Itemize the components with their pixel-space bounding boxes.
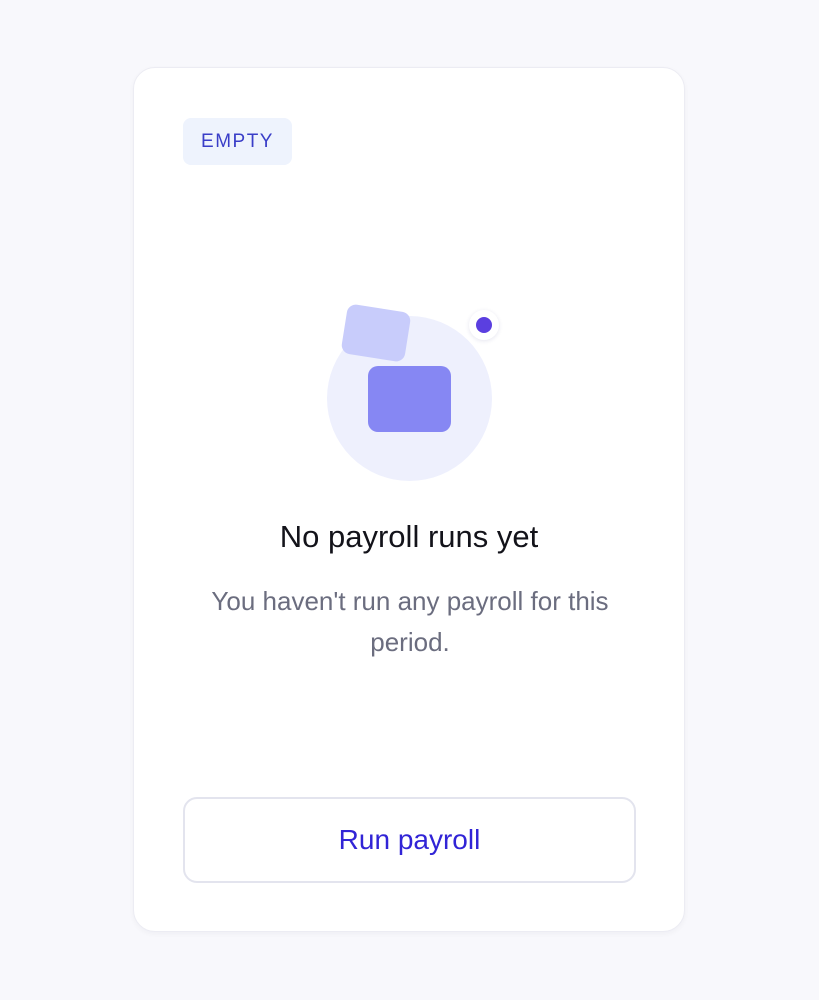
status-badge: EMPTY [183, 118, 292, 165]
notification-dot-icon [476, 317, 492, 333]
empty-state-description: You haven't run any payroll for this per… [211, 586, 609, 657]
run-payroll-button[interactable]: Run payroll [183, 797, 636, 883]
illustration-front-card [368, 366, 451, 432]
empty-state-card: EMPTY No payroll runs yet You haven't ru… [133, 67, 685, 932]
illustration-back-card [340, 303, 412, 363]
payroll-cards-icon [327, 303, 499, 483]
empty-state-title: No payroll runs yet [279, 519, 539, 554]
